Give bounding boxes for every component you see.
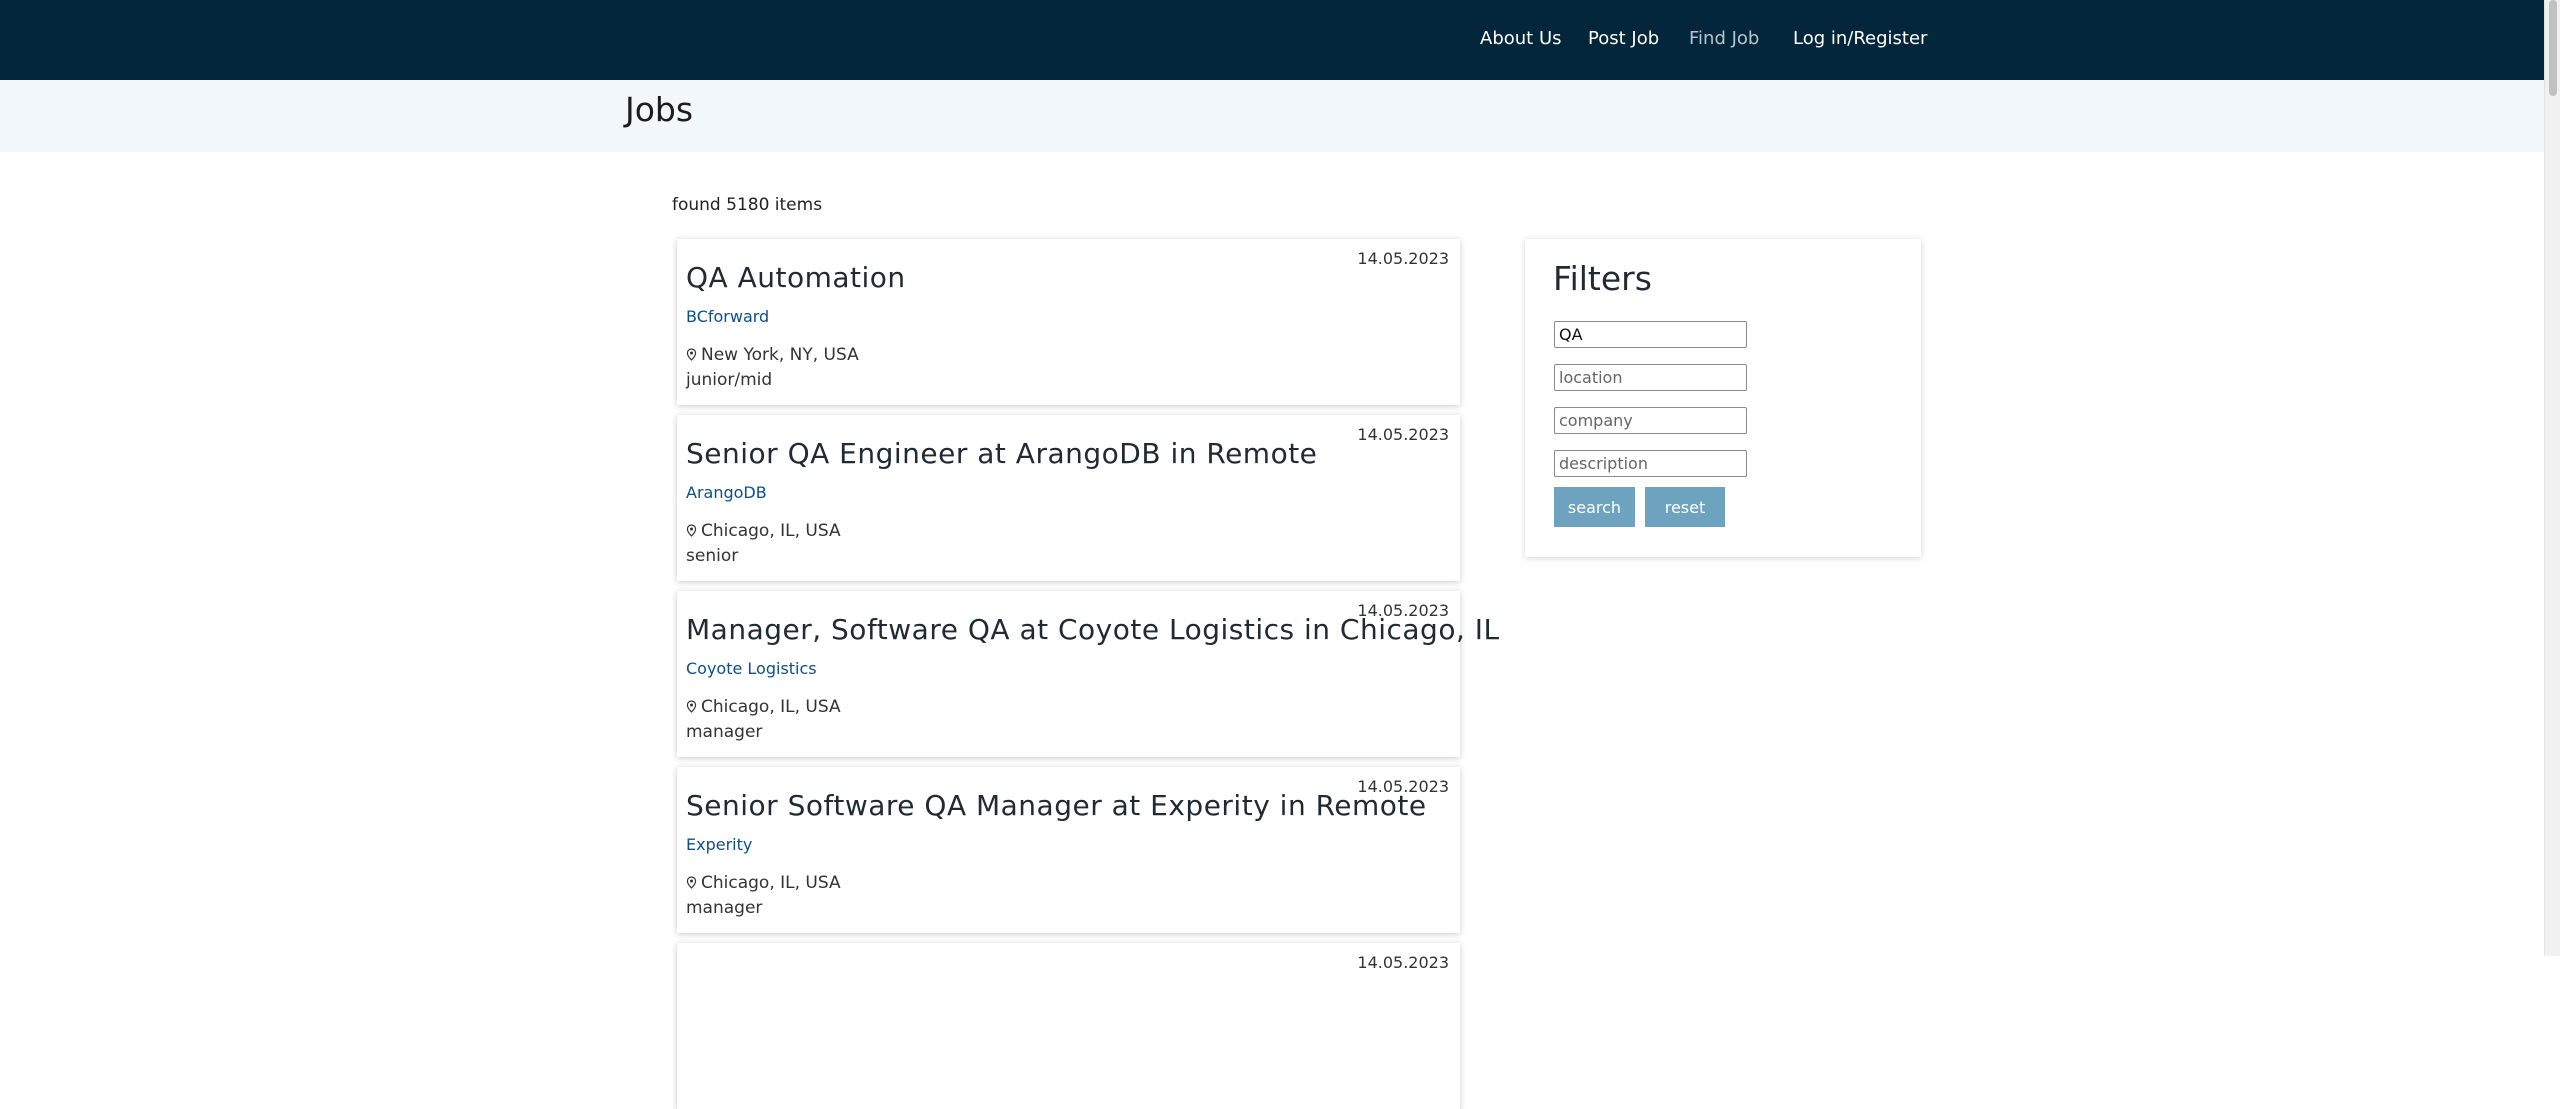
page-scrollbar[interactable] <box>2544 0 2560 956</box>
company-filter-input[interactable] <box>1554 407 1747 434</box>
nav-about-us[interactable]: About Us <box>1480 28 1562 49</box>
job-location-text: New York, NY, USA <box>701 345 859 365</box>
description-filter-input[interactable] <box>1554 450 1747 477</box>
job-company-link[interactable]: BCforward <box>686 307 769 326</box>
filters-panel: Filters search reset <box>1525 239 1921 557</box>
job-company-link[interactable]: ArangoDB <box>686 483 767 502</box>
page-header-band: Jobs <box>0 80 2544 152</box>
nav-login-register[interactable]: Log in/Register <box>1793 28 1927 49</box>
title-filter-input[interactable] <box>1554 321 1747 348</box>
job-company-link[interactable]: Coyote Logistics <box>686 659 817 678</box>
page-title: Jobs <box>625 90 694 129</box>
job-date: 14.05.2023 <box>1357 425 1449 444</box>
job-card[interactable]: Senior QA Engineer at ArangoDB in Remote… <box>677 415 1460 581</box>
reset-button[interactable]: reset <box>1645 487 1725 527</box>
job-date: 14.05.2023 <box>1357 249 1449 268</box>
job-level: manager <box>686 898 763 918</box>
job-title[interactable]: Senior QA Engineer at ArangoDB in Remote <box>686 437 1317 470</box>
job-card[interactable]: Manager, Software QA at Coyote Logistics… <box>677 591 1499 757</box>
job-level: manager <box>686 722 763 742</box>
job-company-link[interactable]: Experity <box>686 835 752 854</box>
map-pin-icon <box>686 700 697 713</box>
job-level: senior <box>686 546 739 566</box>
top-navbar: About Us Post Job Find Job Log in/Regist… <box>0 0 2544 80</box>
map-pin-icon <box>686 524 697 537</box>
results-count: found 5180 items <box>672 195 823 215</box>
job-title[interactable]: Senior Software QA Manager at Experity i… <box>686 789 1427 822</box>
job-level: junior/mid <box>686 370 773 390</box>
nav-find-job[interactable]: Find Job <box>1689 28 1759 49</box>
job-date: 14.05.2023 <box>1357 601 1449 620</box>
job-location: Chicago, IL, USA <box>686 521 841 541</box>
map-pin-icon <box>686 348 697 361</box>
filters-title: Filters <box>1553 259 1652 298</box>
job-location-text: Chicago, IL, USA <box>701 697 841 717</box>
map-pin-icon <box>686 876 697 889</box>
search-button[interactable]: search <box>1554 487 1635 527</box>
job-location-text: Chicago, IL, USA <box>701 521 841 541</box>
job-location-text: Chicago, IL, USA <box>701 873 841 893</box>
job-location: New York, NY, USA <box>686 345 859 365</box>
job-card[interactable]: 14.05.2023 <box>677 943 1460 1109</box>
job-card[interactable]: QA Automation 14.05.2023 BCforward New Y… <box>677 239 1460 405</box>
job-card[interactable]: Senior Software QA Manager at Experity i… <box>677 767 1460 933</box>
job-date: 14.05.2023 <box>1357 777 1449 796</box>
scrollbar-thumb[interactable] <box>2549 0 2557 96</box>
nav-post-job[interactable]: Post Job <box>1588 28 1659 49</box>
job-title[interactable]: QA Automation <box>686 261 906 294</box>
location-filter-input[interactable] <box>1554 364 1747 391</box>
job-location: Chicago, IL, USA <box>686 697 841 717</box>
job-location: Chicago, IL, USA <box>686 873 841 893</box>
